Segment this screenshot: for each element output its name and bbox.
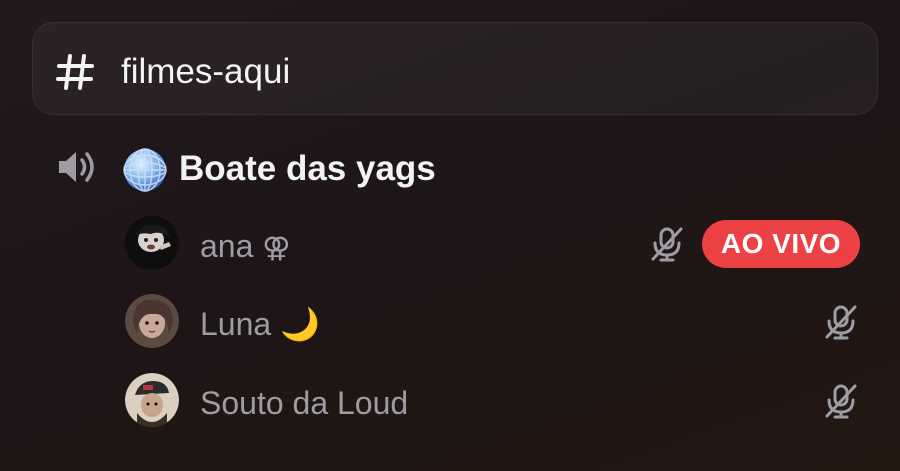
text-channel-name: filmes-aqui [121,52,291,91]
member-name: ana ⚢ [200,226,290,268]
avatar[interactable] [125,373,179,427]
avatar[interactable] [125,216,179,270]
voice-channel-name: Boate das yags [179,149,436,188]
member-name-text: ana [200,228,254,264]
live-badge: AO VIVO [702,220,860,268]
member-symbol: ⚢ [262,232,291,263]
member-name: Luna 🌙 [200,304,320,344]
disco-ball-icon [123,148,167,192]
member-name: Souto da Loud [200,383,408,423]
member-symbol: 🌙 [280,306,320,342]
member-name-text: Luna [200,306,272,342]
avatar-image [125,216,179,270]
muted-mic-icon [825,305,857,340]
avatar[interactable] [125,294,179,348]
muted-mic-icon [825,384,857,419]
avatar-image [125,373,179,427]
hash-icon [56,54,94,90]
avatar-image [125,294,179,348]
member-name-text: Souto da Loud [200,385,409,421]
muted-mic-icon [651,227,683,262]
speaker-icon [59,152,94,182]
